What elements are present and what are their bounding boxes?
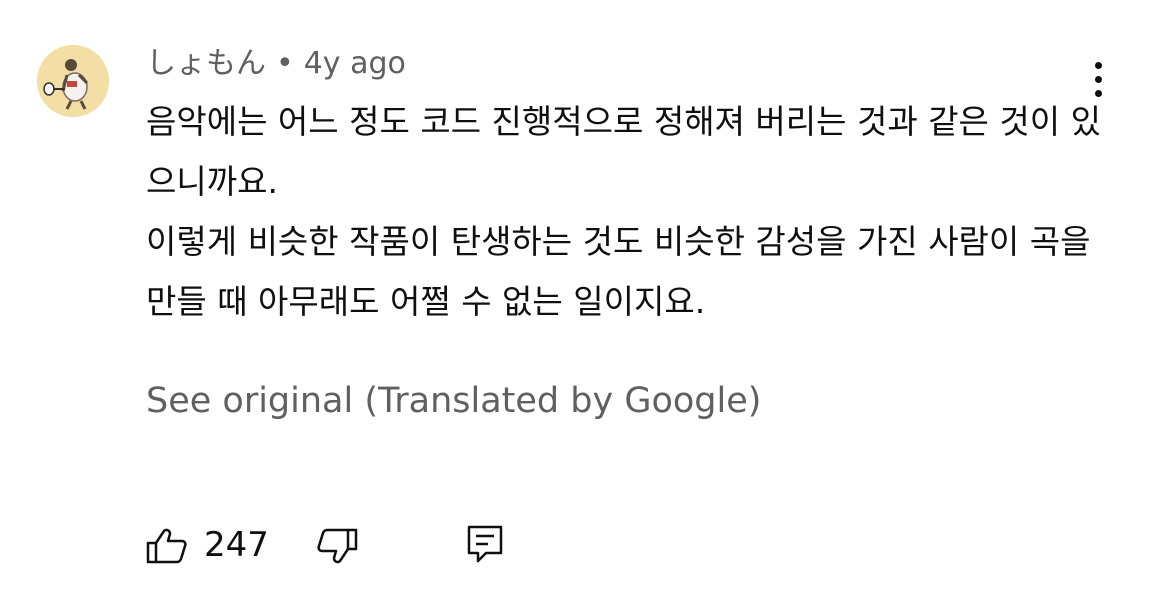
comment-header: しょもん • 4y ago [146,44,406,84]
timestamp[interactable]: 4y ago [304,46,406,81]
comment-paragraph: 이렇게 비슷한 작품이 탄생하는 것도 비슷한 감성을 가진 사람이 곡을 만들… [146,222,1091,321]
author-name[interactable]: しょもん [146,46,266,81]
more-vert-icon-dot [1095,76,1102,83]
comment-paragraph: 음악에는 어느 정도 코드 진행적으로 정해져 버리는 것과 같은 것이 있으니… [146,102,1101,201]
like-count: 247 [204,525,269,565]
like-button[interactable] [146,528,188,564]
separator-dot: • [276,46,294,81]
dislike-button[interactable] [316,528,358,564]
avatar-illustration [37,45,109,117]
more-vert-icon [1095,62,1102,69]
comment-reply-icon [467,525,503,563]
avatar[interactable] [37,45,109,117]
see-original-link[interactable]: See original (Translated by Google) [146,376,761,426]
comment-text: 음악에는 어느 정도 코드 진행적으로 정해져 버리는 것과 같은 것이 있으니… [146,92,1106,332]
thumbs-up-icon [146,528,187,564]
thumbs-down-icon [317,528,358,564]
reply-button[interactable] [466,524,504,564]
